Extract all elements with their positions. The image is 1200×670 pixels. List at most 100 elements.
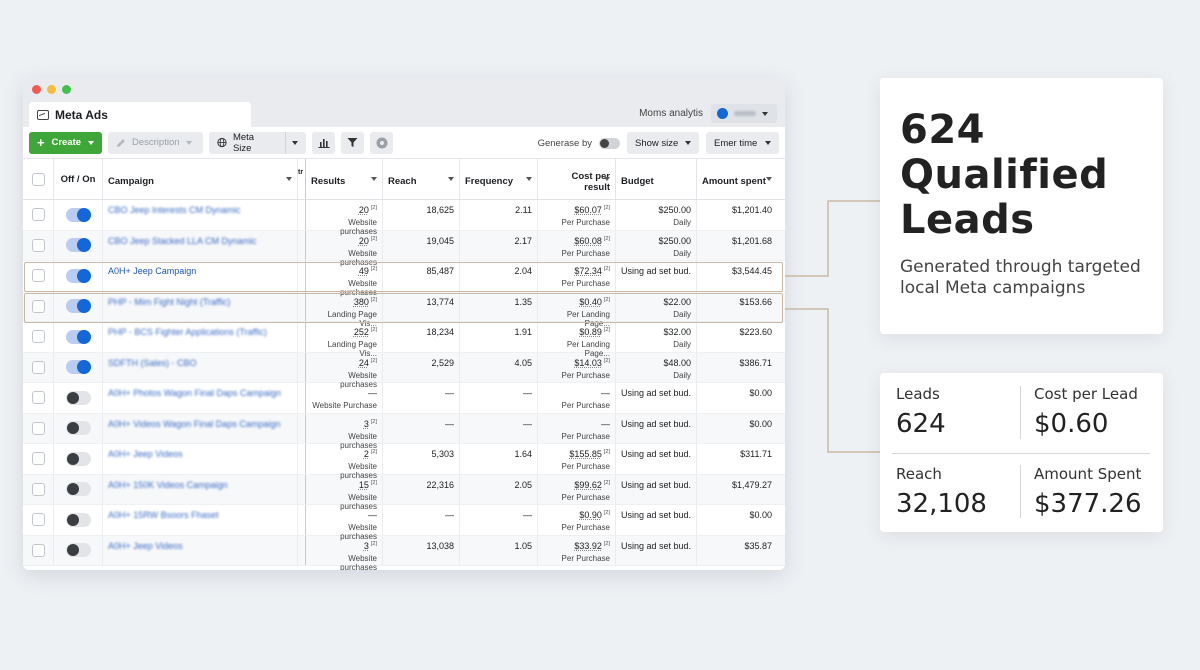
cpr-value: $33.92 [574,540,602,551]
table-row[interactable]: A0H+ 15RW Bsoors Fhaset — Website purcha… [23,505,785,541]
campaign-link[interactable]: A0H+ Jeep Videos [108,541,183,551]
filter-button[interactable] [341,131,364,154]
row-checkbox[interactable] [31,482,45,496]
row-checkbox[interactable] [31,299,45,313]
campaign-toggle[interactable] [65,207,91,222]
row-checkbox[interactable] [31,360,45,374]
meta-size-button[interactable]: Meta Size [209,131,306,154]
close-window-icon[interactable] [32,84,41,94]
pencil-icon [117,138,125,147]
settings-button[interactable] [370,131,393,154]
col-amount-spent[interactable]: Amount spent [697,159,777,199]
campaign-link[interactable]: CBO Jeep Stacked LLA CM Dynamic [108,236,257,246]
table-row[interactable]: A0H+ Jeep Videos 3 [2] Website purchases … [23,535,785,570]
cpr-type: Per Purchase [561,431,610,441]
budget-value: Using ad set bud... [621,540,691,551]
col-cost-per-result[interactable]: Cost per result [538,159,616,199]
cpr-value: $0.89 [579,327,602,337]
row-checkbox[interactable] [31,513,45,527]
table-row[interactable]: CBO Jeep Stacked LLA CM Dynamic 20 [2] We… [23,230,785,267]
budget-period: Daily [673,248,691,258]
campaign-toggle[interactable] [65,299,91,314]
row-checkbox[interactable] [31,543,45,557]
campaign-toggle[interactable] [65,238,91,253]
campaign-link[interactable]: SDFTH (Sales) - CBO [108,358,197,368]
campaign-link[interactable]: A0H+ Jeep Videos [108,449,183,459]
narrow-cell [298,505,306,535]
cpr-type: Per Purchase [561,401,610,410]
table-row[interactable]: A0H+ Videos Wagon Final Daps Campaign 3[… [23,413,785,450]
cost-per-result-cell: — Per Purchase [538,383,616,413]
table-row[interactable]: A0H+ Jeep Campaign 49 [2] Website purchas… [23,261,785,297]
col-frequency[interactable]: Frequency [460,159,538,199]
cpr-value: $72.34 [574,266,602,276]
campaign-toggle[interactable] [65,390,91,405]
row-checkbox[interactable] [31,269,45,283]
campaign-link[interactable]: A0H+ Videos Wagon Final Daps Campaign [108,419,280,429]
campaign-toggle[interactable] [65,451,91,466]
table-header: Off / On Campaign tr Results Reach Frequ… [23,159,785,200]
results-cell: 252 [2] Landing Page Vis... [306,322,383,358]
campaign-link[interactable]: PHP - Mim Fight Night (Traffic) [108,297,230,307]
col-budget[interactable]: Budget [616,159,697,199]
show-size-button[interactable]: Show size [627,132,699,154]
campaign-toggle[interactable] [65,268,91,283]
frequency-value: 2.04 [514,266,532,276]
frequency-value: 4.05 [514,357,532,368]
description-button[interactable]: Description [108,131,203,154]
campaign-link[interactable]: A0H+ 15RW Bsoors Fhaset [108,510,219,520]
campaign-toggle[interactable] [65,421,91,436]
row-checkbox[interactable] [31,330,45,344]
table-row[interactable]: A0H+ Photos Wagon Final Daps Campaign — … [23,383,785,414]
results-value: 380 [353,296,369,307]
table-row[interactable]: PHP - BCS Fighter Applications (Traffic)… [23,322,785,358]
cost-per-result-cell: $0.89 [2] Per Landing Page... [538,322,616,358]
campaign-toggle[interactable] [65,512,91,527]
row-checkbox[interactable] [31,208,45,222]
table-row[interactable]: SDFTH (Sales) - CBO 24 [2] Website purcha… [23,352,785,389]
campaign-link[interactable]: A0H+ Photos Wagon Final Daps Campaign [108,388,281,398]
results-cell: — Website Purchase [306,383,383,413]
budget-cell: $250.00 Daily [616,230,697,260]
row-checkbox[interactable] [31,452,45,466]
account-selector[interactable] [711,104,777,123]
cost-per-result-cell: $33.92 [2] Per Purchase [538,535,616,565]
generase-toggle[interactable] [599,137,620,149]
table-row[interactable]: PHP - Mim Fight Night (Traffic) 380 [2] L… [23,291,785,328]
select-all-checkbox[interactable] [31,172,45,186]
chart-view-button[interactable] [312,131,335,154]
table-row[interactable]: CBO Jeep Interests CM Dynamic 20 [2] Webs… [23,200,785,236]
maximize-window-icon[interactable] [62,84,71,94]
account-label: Moms analytis [639,108,703,119]
campaign-link[interactable]: A0H+ Jeep Campaign [108,266,196,276]
campaign-link[interactable]: CBO Jeep Interests CM Dynamic [108,205,241,215]
create-button[interactable]: + Create [29,131,102,154]
col-reach[interactable]: Reach [383,159,460,199]
table-row[interactable]: A0H+ Jeep Videos 2 [2] Website purchases … [23,444,785,480]
emer-time-button[interactable]: Emer time [706,132,779,154]
cpr-type: Per Purchase [561,492,610,502]
col-campaign[interactable]: Campaign [103,159,298,199]
campaign-toggle[interactable] [65,543,91,558]
campaign-toggle[interactable] [65,482,91,497]
row-checkbox[interactable] [31,391,45,405]
campaign-link[interactable]: A0H+ 150K Videos Campaign [108,480,228,490]
row-checkbox[interactable] [31,238,45,252]
amount-value: $1,201.40 [731,205,772,215]
amount-spent-cell: $0.00 [697,414,777,444]
campaign-toggle[interactable] [65,360,91,375]
info-icon: [2] [603,357,610,364]
toolbar-right: Generase by Show size Emer time [538,132,779,154]
campaign-link[interactable]: PHP - BCS Fighter Applications (Traffic) [108,327,267,337]
amount-spent-cell: $3,544.45 [697,261,777,291]
campaign-toggle[interactable] [65,329,91,344]
minimize-window-icon[interactable] [47,84,56,94]
row-checkbox[interactable] [31,421,45,435]
account-area: Moms analytis [639,104,777,123]
tab-meta-ads[interactable]: Meta Ads [29,102,251,127]
reach-cell: — [383,505,460,535]
stat-spent-value: $377.26 [1034,489,1142,519]
table-row[interactable]: A0H+ 150K Videos Campaign 15 [2] Website … [23,474,785,511]
col-results[interactable]: Results [306,159,383,199]
ads-manager-window: Meta Ads Moms analytis + Create Descript… [23,78,785,570]
